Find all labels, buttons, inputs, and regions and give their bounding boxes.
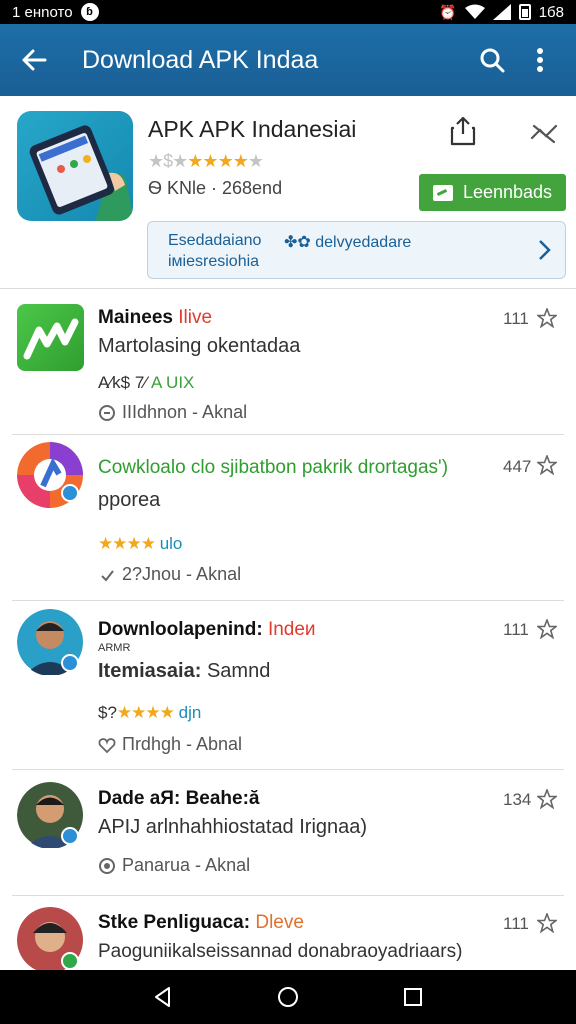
star-outline-icon[interactable] [537,308,557,328]
row-title: Mainees Ilive [98,307,213,328]
share-button[interactable] [446,114,480,148]
home-nav-button[interactable] [276,985,300,1009]
row-rating: A⁄k$ 7⁄ A UIX [98,373,195,392]
app-rating: ★$★★★★★★ [148,151,264,172]
row-small-label: ARMR [98,642,131,654]
alarm-icon: ⏰ [439,3,457,20]
verified-badge-icon [61,654,79,672]
notification-icon: ɓ [80,3,99,21]
row-rating: $?★★★★ djn [98,703,202,722]
verified-badge-icon [61,952,79,970]
page-title: Download APK Indaa [82,45,319,74]
verified-badge-icon [61,827,79,845]
banner-line-1: Esedadaiano [168,232,262,249]
row-rating: ★★★★ ulo [98,534,183,553]
app-meta: Ѳ KNle · 268end [148,178,283,198]
chevron-right-icon [539,240,551,260]
navigation-bar [0,970,576,1024]
battery-icon [518,4,531,20]
row-star-count: 111 [503,914,529,933]
recents-nav-button[interactable] [401,985,425,1009]
row-author: Пrdhgh - Abnal [98,734,242,755]
star-outline-icon[interactable] [537,789,557,809]
tablet-illustration [29,125,133,221]
wifi-icon [464,4,485,19]
row-subtitle: pporea [98,489,161,511]
banner-line-2: іміеsresiohia [168,253,260,270]
link-icon [99,404,115,421]
list-item[interactable]: Stke Penliguaca: Dleve Paoguniikalseissa… [0,896,576,970]
close-icon [530,124,558,144]
row-title: Stke Penliguaca: Dleve [98,912,304,933]
row-author: 2?Jnou - Aknal [98,564,241,585]
row-star-count: 447 [503,457,532,476]
star-outline-icon[interactable] [537,619,557,639]
heart-icon [98,737,116,753]
more-options-button[interactable] [516,36,564,84]
search-button[interactable] [468,36,516,84]
arrow-left-icon [22,49,47,71]
banner-text: ✤✿ delvyedadare [284,234,412,251]
share-icon [450,116,476,146]
back-nav-button[interactable] [151,985,175,1009]
status-time: 1 енnото [12,3,73,21]
dismiss-button[interactable] [526,116,560,150]
row-author: Panarua - Aknal [98,855,250,876]
row-subtitle: Martolasing okentadaa [98,335,301,357]
row-subtitle: APIJ arlnhahhiostatad Irignaa) [98,816,368,838]
download-label: Leennbads [462,182,553,202]
target-icon [99,857,115,874]
download-button[interactable]: Leennbads [419,174,566,211]
app-icon [17,111,133,221]
star-outline-icon[interactable] [537,455,557,475]
row-subtitle: Itemiasaia: Samnd [98,660,271,682]
app-name: APK APK Indanesiai [148,116,357,142]
search-icon [480,48,505,73]
app-logo-icon [17,304,84,371]
row-star-count: 134 [503,790,532,809]
row-subtitle: Paoguniikalseissannad donabraoyadriaars) [98,941,463,962]
status-bar: 1 енnото ɓ ⏰ 1б8 [0,0,576,24]
rating-empty-star: ★ [247,151,264,171]
verified-badge-icon [61,484,79,502]
list-item[interactable]: Mainees Ilive Martolasing okentadaa A⁄k$… [0,289,576,434]
info-banner[interactable]: Esedadaiano іміеsresiohia ✤✿ delvyedadar… [147,221,566,279]
row-star-count: 111 [503,309,529,328]
signal-icon [492,4,511,20]
more-vert-icon [537,48,543,72]
status-right-text: 1б8 [538,3,564,21]
app-bar: Download APK Indaa [0,24,576,96]
row-title: Downloolapenind: Indeи [98,619,316,640]
star-outline-icon[interactable] [537,913,557,933]
list-item[interactable]: Cowkloalo clo sjibatbon pakrik drortagas… [0,435,576,600]
row-title: Cowkloalo clo sjibatbon pakrik drortagas… [98,457,449,478]
link-icon [101,569,114,582]
list-item[interactable]: Dade aЯ: Beahe:ă APIJ arlnhahhiostatad I… [0,770,576,895]
list-item[interactable]: Downloolapenind: Indeи ARMR Itemiasaia: … [0,601,576,769]
app-header-card: APK APK Indanesiai ★$★★★★★★ Ѳ KNle · 268… [0,96,576,288]
back-button[interactable] [12,38,56,82]
download-image-icon [432,184,453,201]
rating-prefix: ★$★ [148,151,188,171]
rating-stars: ★★★★ [187,151,249,171]
row-author: IIIdhnon - Aknal [98,402,247,423]
row-title: Dade aЯ: Beahe:ă [98,788,260,809]
row-star-count: 111 [503,620,529,639]
